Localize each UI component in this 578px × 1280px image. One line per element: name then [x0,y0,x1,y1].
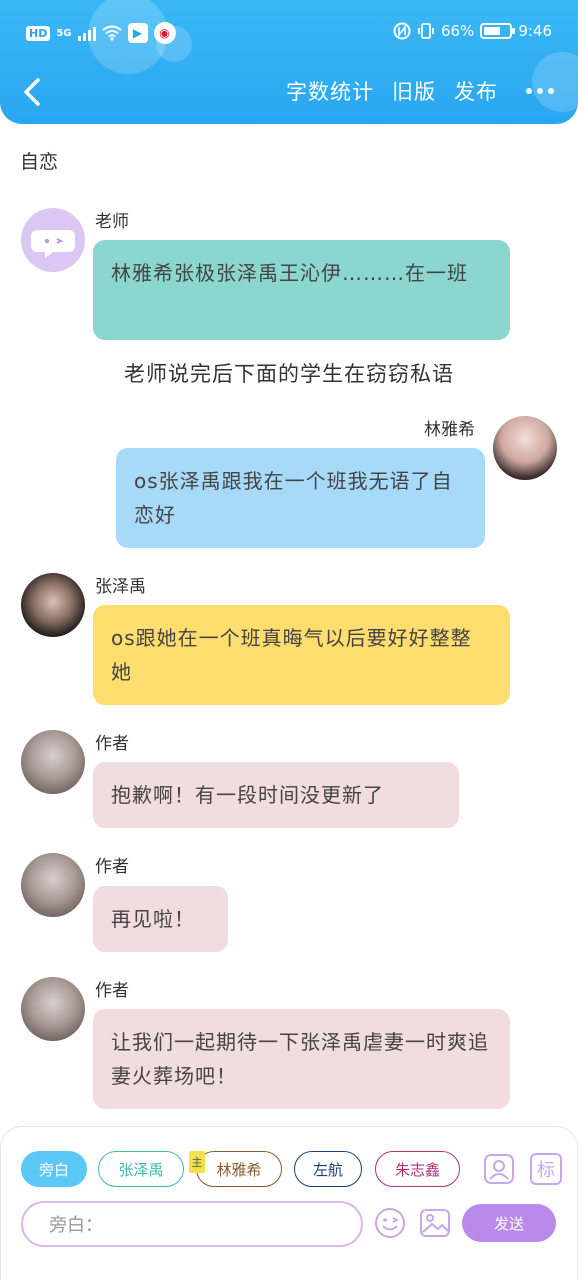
speaker-name: 老师 [95,212,129,232]
message-bubble[interactable]: 让我们一起期待一下张泽禹虐妻一时爽追妻火葬场吧！ [93,1009,510,1109]
avatar-linyaxi[interactable] [493,416,557,480]
app-notification-icon: ▶ [127,23,148,43]
chat-title: 自恋 [20,151,59,173]
avatar-author[interactable] [21,853,85,917]
network-label: 5G [56,27,72,39]
avatar-zhangzeyu[interactable] [21,573,85,637]
top-header: HD 5G ▶ ◉ 66% 9:46 字数统计 旧版 发布 [0,0,578,124]
role-chip-zhangzeyu[interactable]: 张泽禹 [98,1151,184,1187]
message-bubble[interactable]: os张泽禹跟我在一个班我无语了自恋好 [116,448,485,548]
status-bar: HD 5G ▶ ◉ 66% 9:46 [0,14,578,50]
more-menu-button[interactable] [516,88,554,94]
role-chip-zuohang[interactable]: 左航 [294,1151,362,1187]
publish-link[interactable]: 发布 [454,76,498,106]
weibo-icon: ◉ [153,22,176,44]
lead-role-tag: 主 [189,1151,205,1173]
message-bubble[interactable]: 林雅希张极张泽禹王沁伊………在一班 [93,240,510,340]
status-right: 66% 9:46 [393,22,552,40]
role-chip-linyaxi[interactable]: 林雅希 [196,1151,282,1187]
input-placeholder: 旁白： [49,1215,103,1236]
nav-links: 字数统计 旧版 发布 [286,76,554,106]
old-version-link[interactable]: 旧版 [392,76,436,106]
battery-icon [480,23,516,39]
battery-percent: 66% [440,22,475,40]
speaker-name: 张泽禹 [95,577,146,597]
avatar-author[interactable] [21,730,85,794]
status-left: HD 5G ▶ ◉ [26,22,176,44]
send-button[interactable]: 发送 [462,1204,556,1242]
chat-bubble-icon [31,230,75,258]
role-chip-zhuzhixin[interactable]: 朱志鑫 [375,1151,460,1187]
avatar-teacher[interactable] [21,208,85,272]
nav-bar: 字数统计 旧版 发布 [0,64,578,120]
nfc-icon [393,22,411,40]
add-role-icon[interactable] [483,1153,515,1185]
image-icon[interactable] [419,1207,451,1239]
vibrate-icon [418,23,434,39]
signal-icon [77,25,96,41]
battery-level [484,27,501,35]
word-count-link[interactable]: 字数统计 [286,76,374,106]
mark-button[interactable]: 标 [530,1153,562,1185]
narration-text[interactable]: 老师说完后下面的学生在窃窃私语 [0,358,578,388]
speaker-name: 作者 [95,981,129,1001]
speaker-name: 作者 [95,857,129,877]
wifi-icon [101,25,122,41]
message-input[interactable]: 旁白： [21,1201,363,1247]
avatar-author[interactable] [21,977,85,1041]
input-panel: 旁白 张泽禹 林雅希 主 左航 朱志鑫 标 旁白： 发送 [0,1126,578,1280]
emoji-icon[interactable] [374,1207,406,1239]
speaker-name: 林雅希 [424,420,475,440]
speaker-name: 作者 [95,734,129,754]
role-chip-narrator[interactable]: 旁白 [21,1151,87,1187]
back-arrow-icon[interactable] [14,72,54,112]
hd-badge: HD [26,25,51,41]
message-bubble[interactable]: 抱歉啊！有一段时间没更新了 [93,762,459,828]
message-bubble[interactable]: 再见啦！ [93,886,228,952]
message-bubble[interactable]: os跟她在一个班真晦气以后要好好整整她 [93,605,510,705]
status-time: 9:46 [518,22,552,40]
mark-label: 标 [537,1160,555,1181]
